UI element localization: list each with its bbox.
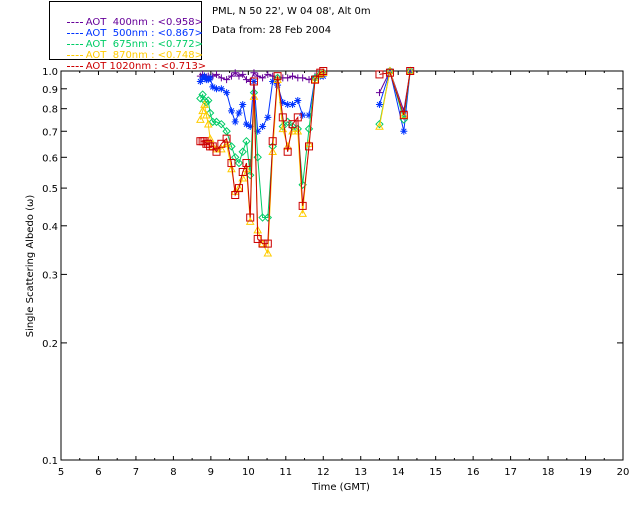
data-point — [242, 76, 250, 84]
x-tick-label: 7 — [133, 467, 139, 478]
x-tick-label: 6 — [95, 467, 101, 478]
data-point — [223, 89, 231, 97]
data-point — [284, 74, 292, 82]
legend-item: AOT 1020nm : <0.713> — [54, 49, 206, 72]
data-point — [259, 122, 267, 130]
y-tick-label: 0.4 — [42, 222, 58, 233]
data-point — [299, 111, 307, 119]
y-tick-label: 0.6 — [42, 153, 58, 164]
data-point — [239, 70, 247, 78]
data-point — [206, 74, 214, 82]
x-tick-label: 16 — [467, 467, 480, 478]
data-point — [264, 113, 272, 121]
plot-frame — [60, 70, 624, 461]
data-point — [259, 74, 267, 82]
data-point — [217, 85, 225, 93]
x-tick-label: 20 — [617, 467, 630, 478]
data-point — [227, 107, 235, 115]
data-point — [223, 76, 231, 84]
legend-swatch-icon — [66, 65, 83, 67]
data-point — [264, 70, 272, 78]
x-tick-label: 10 — [242, 467, 255, 478]
x-tick-label: 8 — [170, 467, 176, 478]
series-line — [199, 72, 324, 219]
series-layer — [196, 66, 415, 257]
y-axis-label: Single Scattering Albedo (ω) — [25, 195, 36, 338]
x-tick-label: 9 — [208, 467, 214, 478]
x-tick-label: 19 — [579, 467, 592, 478]
data-point — [231, 118, 239, 126]
y-tick-label: 0.1 — [42, 456, 58, 467]
data-point — [235, 109, 243, 117]
data-point — [217, 74, 225, 82]
data-point — [294, 96, 302, 104]
chart: 5 6 7 8 9 10 11 12 13 14 15 16 17 18 19 20 0.1 0.2 0.3 0.4 0… — [25, 66, 629, 493]
legend: AOT 400nm : <0.958> AOT 500nm : <0.867> … — [49, 1, 206, 72]
x-axis-label: Time (GMT) — [311, 482, 370, 493]
x-tick-label: 12 — [317, 467, 330, 478]
x-tick-label: 13 — [354, 467, 367, 478]
x-tick-label: 11 — [279, 467, 292, 478]
data-point — [289, 72, 297, 80]
x-tick-label: 17 — [504, 467, 517, 478]
date-info: Data from: 28 Feb 2004 — [212, 25, 332, 36]
data-point — [375, 101, 383, 109]
legend-label: AOT 1020nm : <0.713> — [85, 61, 207, 72]
data-point — [400, 127, 408, 135]
y-tick-label: 0.9 — [42, 85, 58, 96]
y-tick-label: 0.3 — [42, 270, 58, 281]
data-point — [299, 74, 307, 82]
y-tick-label: 0.5 — [42, 184, 58, 195]
data-point — [212, 70, 220, 78]
x-tick-label: 14 — [392, 467, 405, 478]
x-tick-label: 15 — [429, 467, 442, 478]
x-tick-label: 5 — [58, 467, 64, 478]
y-tick-label: 0.7 — [42, 127, 58, 138]
x-tick-label: 18 — [542, 467, 555, 478]
axes: 5 6 7 8 9 10 11 12 13 14 15 16 17 18 19 20 0.1 0.2 0.3 0.4 0… — [42, 67, 629, 478]
data-point — [239, 101, 247, 109]
station-info: PML, N 50 22', W 04 08', Alt 0m — [212, 6, 371, 17]
y-tick-label: 0.8 — [42, 105, 58, 116]
y-tick-label: 0.2 — [42, 339, 58, 350]
